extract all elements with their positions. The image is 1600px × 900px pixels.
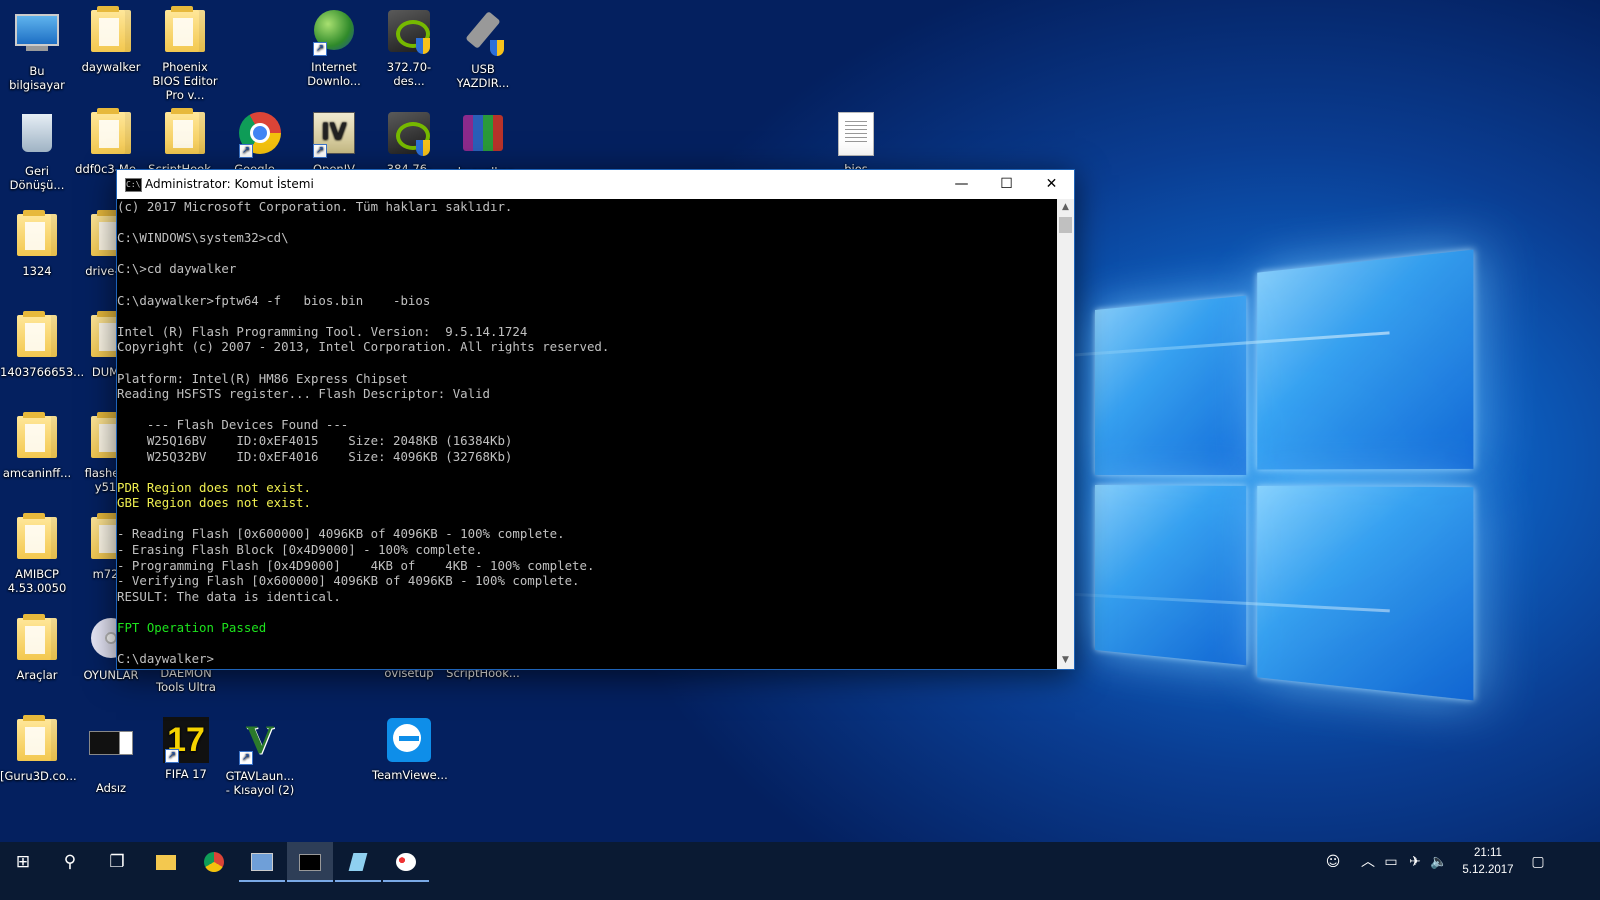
windows-logo-wallpaper <box>1095 249 1474 701</box>
file-explorer-icon[interactable] <box>143 842 189 882</box>
terminal-line: - Erasing Flash Block [0x4D9000] - 100% … <box>117 542 483 558</box>
command-prompt-taskbar-icon[interactable] <box>287 842 333 882</box>
desktop-icon-folder-ddf0c3[interactable]: ddf0c3-Me... <box>74 108 148 176</box>
command-prompt-window[interactable]: C:\ Administrator: Komut İstemi — ☐ ✕ (c… <box>116 169 1075 670</box>
terminal-line: C:\daywalker> <box>117 651 214 667</box>
scroll-down-arrow-icon[interactable]: ▼ <box>1057 652 1074 669</box>
maximize-button[interactable]: ☐ <box>984 170 1029 199</box>
terminal-line: C:\daywalker>fptw64 -f bios.bin -bios <box>117 292 431 308</box>
terminal-line: FPT Operation Passed <box>117 620 267 636</box>
terminal-line: Platform: Intel(R) HM86 Express Chipset <box>117 370 408 386</box>
terminal-line: GBE Region does not exist. <box>117 495 311 511</box>
terminal-line: (c) 2017 Microsoft Corporation. Tüm hakl… <box>117 199 513 214</box>
desktop-icon-teamviewer[interactable]: TeamViewe... <box>372 717 448 782</box>
desktop-icon-recycle-bin[interactable]: Geri Dönüşü... <box>0 110 74 192</box>
desktop-icon-openiv[interactable]: IV↗ OpenIV <box>297 110 371 176</box>
command-prompt-icon: C:\ <box>125 178 142 192</box>
terminal-line: Reading HSFSTS register... Flash Descrip… <box>117 386 490 402</box>
minimize-button[interactable]: — <box>939 170 984 199</box>
desktop-icon-fifa17[interactable]: 17 ↗ FIFA 17 <box>149 717 223 781</box>
desktop-icon-araclar[interactable]: Araçlar <box>0 614 74 682</box>
desktop-icon-amibcp[interactable]: AMIBCP 4.53.0050 <box>0 513 74 595</box>
screen-bottom-edge <box>0 882 1600 900</box>
search-icon[interactable]: ⚲ <box>47 842 93 882</box>
clock-time: 21:11 <box>1474 847 1502 859</box>
desktop-icon-phoenix-bios[interactable]: Phoenix BIOS Editor Pro v... <box>148 6 222 102</box>
terminal-line: Copyright (c) 2007 - 2013, Intel Corpora… <box>117 339 610 355</box>
clock-date: 5.12.2017 <box>1462 864 1514 876</box>
computer-management-icon[interactable] <box>239 842 285 882</box>
scroll-up-arrow-icon[interactable]: ▲ <box>1057 199 1074 216</box>
chrome-taskbar-icon[interactable] <box>191 842 237 882</box>
desktop-icon-nvidia-372[interactable]: 372.70-des... <box>372 8 446 88</box>
vertical-scrollbar[interactable]: ▲ ▼ <box>1057 199 1074 669</box>
desktop-icon-google-chrome[interactable]: ↗ Google... <box>223 110 297 176</box>
volume-icon[interactable]: 🔈 <box>1428 842 1450 882</box>
desktop-icon-amcaninff[interactable]: amcaninff... <box>0 412 74 480</box>
terminal-line: W25Q16BV ID:0xEF4015 Size: 2048KB (16384… <box>117 432 513 448</box>
desktop-icon-folder-1403766653[interactable]: 1403766653... <box>0 311 84 379</box>
desktop-icon-guru3d[interactable]: [Guru3D.co... <box>0 715 77 783</box>
desktop-icon-gtav-launcher[interactable]: V ↗ GTAVLaun... - Kısayol (2) <box>223 717 297 798</box>
chevron-up-icon[interactable]: ︿ <box>1356 842 1380 882</box>
desktop-icon-scripthook[interactable]: ScriptHook... <box>148 108 222 176</box>
notepad-icon[interactable] <box>335 842 381 882</box>
desktop-icon-bios-file[interactable]: bios <box>819 110 893 176</box>
taskbar: ⊞ ⚲ ❐ ☺ ︿ ▭ ✈ 🔈 21:11 5.12.2017 ▢ <box>0 842 1600 882</box>
terminal-line: Intel (R) Flash Programming Tool. Versio… <box>117 323 528 339</box>
task-view-icon[interactable]: ❐ <box>94 842 140 882</box>
clock[interactable]: 21:11 5.12.2017 <box>1452 845 1524 879</box>
desktop-icon-adsiz[interactable]: Adsız <box>74 717 148 795</box>
terminal-line: PDR Region does not exist. <box>117 479 311 495</box>
desktop-icon-usb[interactable]: USB YAZDIR... <box>446 8 520 90</box>
desktop-icon-folder-daywalker[interactable]: daywalker <box>74 6 148 74</box>
scrollbar-thumb[interactable] <box>1059 217 1072 233</box>
people-icon[interactable]: ☺ <box>1320 842 1346 882</box>
close-button[interactable]: ✕ <box>1029 170 1074 199</box>
desktop-icon-folder-1324[interactable]: 1324 <box>0 210 74 278</box>
paint-icon[interactable] <box>383 842 429 882</box>
terminal-line: - Reading Flash [0x600000] 4096KB of 409… <box>117 526 565 542</box>
window-title: Administrator: Komut İstemi <box>145 177 314 191</box>
battery-icon[interactable]: ▭ <box>1380 842 1402 882</box>
terminal-line: --- Flash Devices Found --- <box>117 417 349 433</box>
terminal-line: - Programming Flash [0x4D9000] 4KB of 4K… <box>117 557 595 573</box>
airplane-mode-icon[interactable]: ✈ <box>1404 842 1426 882</box>
desktop-icon-this-pc[interactable]: Bu bilgisayar <box>0 8 74 92</box>
notification-center-icon[interactable]: ▢ <box>1524 842 1552 882</box>
start-button[interactable]: ⊞ <box>0 842 46 882</box>
terminal-line: C:\>cd daywalker <box>117 261 237 277</box>
terminal-output[interactable]: (c) 2017 Microsoft Corporation. Tüm hakl… <box>117 199 1057 669</box>
terminal-line: - Verifying Flash [0x600000] 4096KB of 4… <box>117 573 580 589</box>
desktop-icon-internet-download-manager[interactable]: ↗ Internet Downlo... <box>297 8 371 88</box>
terminal-line: RESULT: The data is identical. <box>117 588 341 604</box>
desktop[interactable]: Bu bilgisayar daywalker Phoenix BIOS Edi… <box>0 0 1600 860</box>
terminal-line: W25Q32BV ID:0xEF4016 Size: 4096KB (32768… <box>117 448 513 464</box>
window-titlebar[interactable]: C:\ Administrator: Komut İstemi — ☐ ✕ <box>117 170 1074 199</box>
terminal-line: C:\WINDOWS\system32>cd\ <box>117 230 289 246</box>
